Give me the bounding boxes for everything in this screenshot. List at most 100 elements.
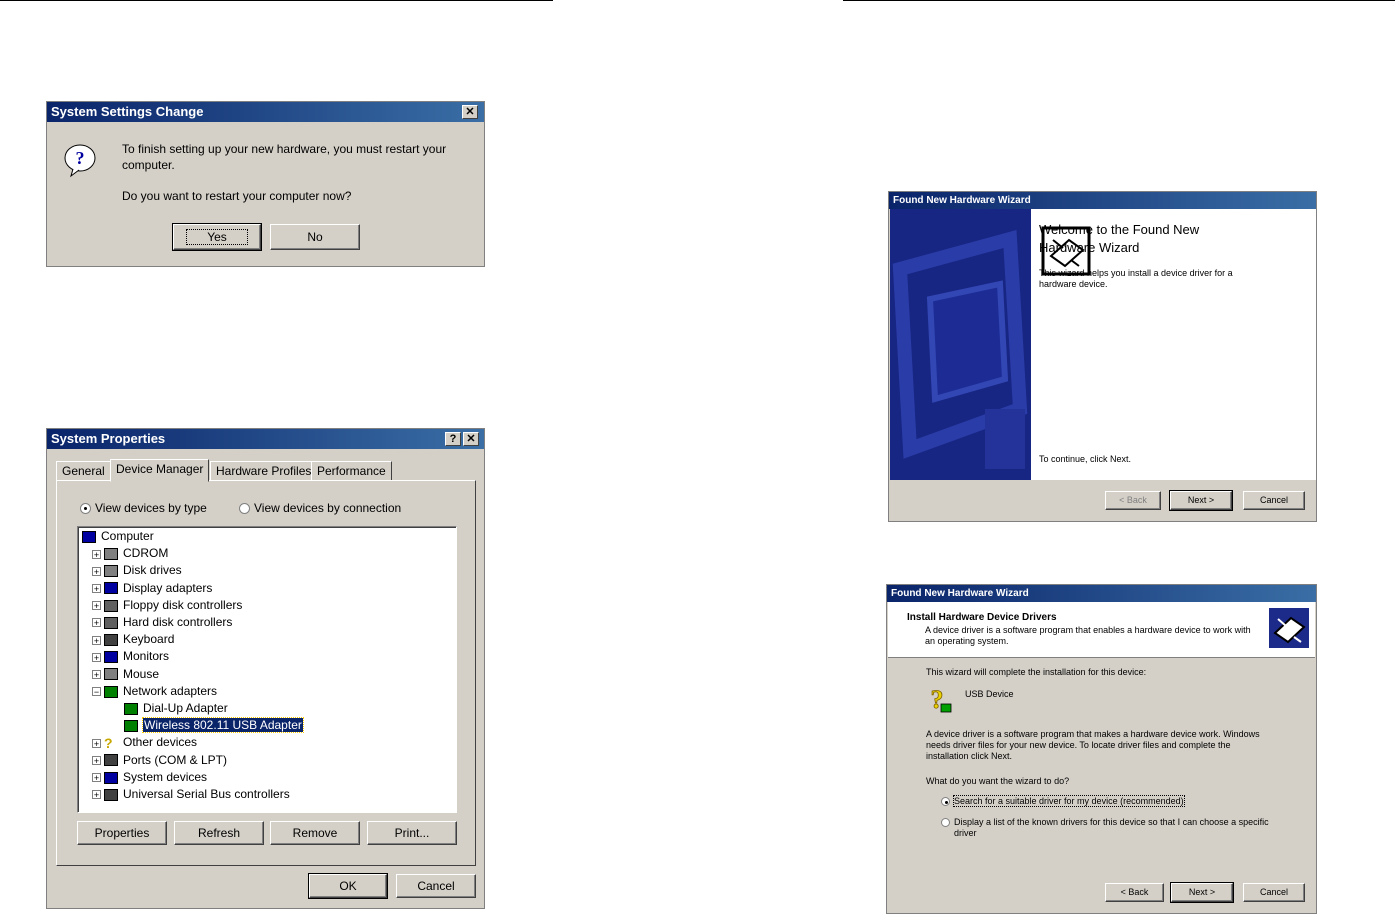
tree-item-label: Hard disk controllers [123, 615, 233, 629]
system-properties-title-bar: System Properties ? ✕ [47, 429, 484, 449]
mouse-icon [104, 668, 118, 681]
tree-item-label: CDROM [123, 546, 169, 561]
tree-item[interactable]: Wireless 802.11 USB Adapter [112, 717, 304, 734]
radio-display-driver-list-label: Display a list of the known drivers for … [954, 817, 1269, 827]
radio-button-icon [239, 503, 250, 515]
tree-item[interactable]: − Network adapters [92, 683, 217, 700]
tree-item[interactable]: + Display adapters [92, 580, 212, 597]
yes-button[interactable]: Yes [172, 223, 262, 251]
wizard1-continue-text: To continue, click Next. [1039, 454, 1132, 464]
wizard-white-panel: Welcome to the Found New Hardware Wizard… [1031, 209, 1316, 480]
expand-icon[interactable]: + [92, 583, 101, 593]
disk-drive-icon [104, 565, 118, 578]
refresh-button[interactable]: Refresh [174, 821, 264, 845]
monitor-icon [104, 651, 118, 664]
expand-icon[interactable]: + [92, 549, 101, 559]
tree-item[interactable]: + Universal Serial Bus controllers [92, 786, 290, 803]
expand-icon[interactable]: + [92, 618, 101, 628]
wizard2-header-desc-line2: an operating system. [925, 636, 1009, 646]
radio-display-driver-list[interactable]: Display a list of the known drivers for … [941, 817, 1269, 828]
tree-item-label: Mouse [123, 666, 160, 681]
radio-search-driver[interactable]: Search for a suitable driver for my devi… [941, 795, 1185, 807]
tree-item[interactable]: + Floppy disk controllers [92, 597, 242, 614]
system-properties-title: System Properties [51, 431, 166, 446]
device-tree[interactable]: Computer + CDROM + Disk drives + Display adapt… [77, 526, 457, 813]
wizard1-desc-line1: This wizard helps you install a device d… [1039, 268, 1233, 278]
expand-icon[interactable]: + [92, 635, 101, 645]
question-icon: ? [104, 734, 113, 751]
restart-message-line1: To finish setting up your new hardware, … [122, 142, 447, 156]
tab-device-manager[interactable]: Device Manager [110, 459, 210, 482]
expand-icon[interactable]: + [92, 790, 101, 800]
tree-item[interactable]: + CDROM [92, 545, 168, 562]
dialog-title: System Settings Change [51, 104, 204, 119]
wizard2-title-bar: Found New Hardware Wizard [887, 585, 1316, 602]
wizard1-desc-line2: hardware device. [1039, 279, 1108, 289]
tree-item-label: Dial-Up Adapter [143, 701, 228, 715]
radio-button-icon [941, 797, 950, 807]
back-button[interactable]: < Back [1105, 491, 1161, 510]
wizard2-question: What do you want the wizard to do? [926, 776, 1070, 786]
cancel-button[interactable]: Cancel [1243, 491, 1305, 510]
network-card-icon [104, 685, 118, 698]
print-button[interactable]: Print... [367, 821, 457, 845]
expand-icon[interactable]: + [92, 601, 101, 611]
tree-item[interactable]: Dial-Up Adapter [112, 700, 228, 717]
floppy-icon [104, 599, 118, 612]
wizard2-para-line2: needs driver files for your new device. … [926, 740, 1231, 750]
properties-button[interactable]: Properties [77, 821, 167, 845]
monitor-icon [104, 582, 118, 595]
tree-item[interactable]: + Ports (COM & LPT) [92, 752, 227, 769]
cancel-button[interactable]: Cancel [396, 874, 476, 898]
tree-item[interactable]: + Hard disk controllers [92, 614, 232, 631]
remove-button[interactable]: Remove [270, 821, 360, 845]
collapse-icon[interactable]: − [92, 687, 101, 697]
close-button[interactable]: ✕ [463, 432, 479, 446]
ok-button[interactable]: OK [308, 873, 388, 899]
radio-button-icon [80, 503, 91, 515]
tree-item[interactable]: Computer [82, 528, 154, 545]
expand-icon[interactable]: + [92, 669, 101, 679]
dialog-title-bar: System Settings Change ✕ [47, 102, 484, 122]
tab-general[interactable]: General [56, 461, 111, 481]
device-name: USB Device [965, 689, 1014, 699]
tree-item[interactable]: +? Other devices [92, 734, 197, 751]
tree-item[interactable]: + System devices [92, 769, 207, 786]
back-button[interactable]: < Back [1105, 883, 1164, 902]
tab-panel: View devices by type View devices by con… [56, 480, 476, 866]
help-button[interactable]: ? [445, 432, 461, 446]
restart-question: Do you want to restart your computer now… [122, 189, 352, 203]
tree-item[interactable]: + Mouse [92, 666, 159, 683]
radio-view-by-connection[interactable]: View devices by connection [239, 501, 401, 515]
found-new-hardware-wizard-welcome: Found New Hardware Wizard Welcome to the… [888, 191, 1317, 522]
radio-view-by-type[interactable]: View devices by type [80, 501, 207, 515]
wizard2-para-line1: A device driver is a software program th… [926, 729, 1260, 739]
keyboard-icon [104, 634, 118, 647]
found-new-hardware-wizard-install: Found New Hardware Wizard Install Hardwa… [886, 584, 1317, 914]
cdrom-icon [104, 548, 118, 561]
tree-item-label: Network adapters [123, 683, 218, 698]
tree-item[interactable]: + Disk drives [92, 562, 182, 579]
no-button[interactable]: No [270, 224, 360, 250]
cancel-button[interactable]: Cancel [1243, 883, 1305, 902]
expand-icon[interactable]: + [92, 738, 101, 748]
tab-hardware-profiles[interactable]: Hardware Profiles [210, 461, 318, 481]
computer-icon [104, 771, 118, 784]
tree-item[interactable]: + Monitors [92, 648, 169, 665]
radio-view-by-type-label: View devices by type [95, 501, 207, 515]
tree-item[interactable]: + Keyboard [92, 631, 174, 648]
usb-icon [104, 788, 118, 801]
tab-performance[interactable]: Performance [311, 461, 392, 481]
wizard-side-banner [890, 209, 1031, 480]
expand-icon[interactable]: + [92, 773, 101, 783]
expand-icon[interactable]: + [92, 652, 101, 662]
next-button[interactable]: Next > [1169, 490, 1233, 511]
expand-icon[interactable]: + [92, 566, 101, 576]
close-button[interactable]: ✕ [462, 105, 478, 119]
tree-item-label: Monitors [123, 649, 170, 664]
next-button[interactable]: Next > [1170, 882, 1234, 903]
tab-strip: General Device Manager Hardware Profiles… [56, 459, 476, 482]
expand-icon[interactable]: + [92, 755, 101, 765]
hard-disk-icon [104, 616, 118, 629]
computer-icon [82, 530, 96, 543]
